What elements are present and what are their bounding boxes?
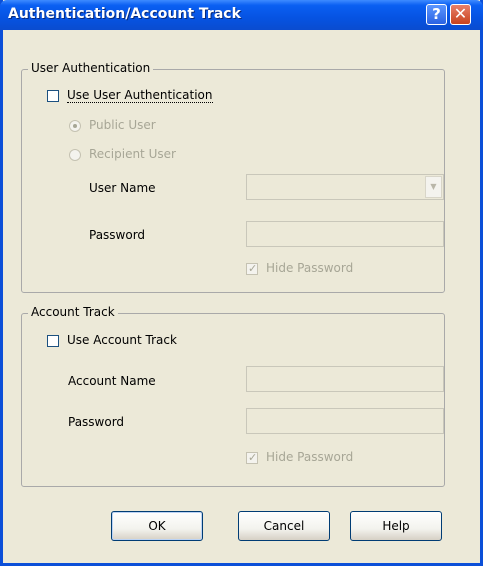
public-user-radio[interactable] — [69, 120, 81, 132]
use-user-authentication-label[interactable]: Use User Authentication — [67, 88, 213, 103]
use-user-authentication-checkbox[interactable] — [47, 90, 59, 102]
title-help-button[interactable]: ? — [426, 4, 447, 25]
use-account-track-label[interactable]: Use Account Track — [67, 333, 177, 347]
user-hide-password-label[interactable]: Hide Password — [266, 261, 353, 275]
user-hide-password-checkbox[interactable]: ✓ — [246, 262, 258, 275]
check-icon: ✓ — [248, 262, 258, 275]
user-name-combobox[interactable]: ▼ — [246, 174, 444, 200]
user-name-label: User Name — [89, 181, 156, 195]
account-password-label: Password — [68, 415, 125, 429]
help-button[interactable]: Help — [350, 511, 442, 541]
group-legend-account-track: Account Track — [28, 305, 118, 319]
chevron-down-icon[interactable]: ▼ — [425, 176, 442, 198]
user-authentication-group: User Authentication Use User Authenticat… — [21, 61, 445, 293]
public-user-label[interactable]: Public User — [89, 118, 156, 132]
user-password-label: Password — [89, 228, 146, 242]
dialog-window: Authentication/Account Track ? ✕ User Au… — [0, 0, 483, 566]
account-track-group: Account Track Use Account Track Account … — [21, 305, 445, 487]
use-account-track-checkbox[interactable] — [47, 335, 59, 347]
title-close-button[interactable]: ✕ — [450, 4, 471, 25]
window-title: Authentication/Account Track — [8, 6, 241, 22]
radio-selected-dot — [73, 124, 77, 128]
account-name-label: Account Name — [68, 374, 156, 388]
account-hide-password-label[interactable]: Hide Password — [266, 450, 353, 464]
ok-button[interactable]: OK — [111, 511, 203, 541]
check-icon: ✓ — [248, 451, 258, 464]
account-name-field[interactable] — [246, 366, 444, 392]
recipient-user-label[interactable]: Recipient User — [89, 147, 176, 161]
user-password-field[interactable] — [246, 221, 444, 247]
cancel-button[interactable]: Cancel — [238, 511, 330, 541]
account-hide-password-checkbox[interactable]: ✓ — [246, 451, 258, 464]
account-password-field[interactable] — [246, 408, 444, 434]
group-legend-user-authentication: User Authentication — [28, 61, 154, 75]
title-bar[interactable]: Authentication/Account Track ? ✕ — [0, 0, 483, 30]
recipient-user-radio[interactable] — [69, 149, 81, 161]
